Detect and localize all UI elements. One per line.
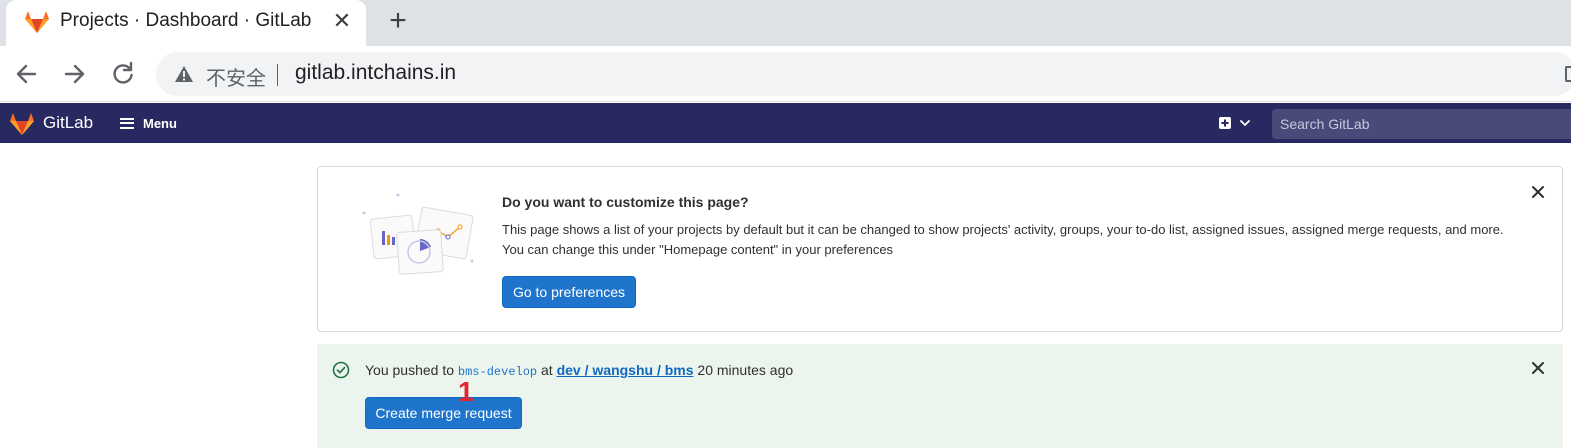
customize-card: Do you want to customize this page? This…	[317, 166, 1563, 332]
tab-close-icon[interactable]: ✕	[330, 8, 354, 34]
gitlab-favicon	[25, 11, 49, 33]
toolbar-edge-icon	[1565, 66, 1571, 82]
customize-description: This page shows a list of your projects …	[502, 222, 1504, 257]
address-separator	[277, 64, 278, 86]
customize-heading: Do you want to customize this page?	[502, 194, 749, 210]
back-arrow-icon[interactable]	[13, 60, 41, 88]
tab-title: Projects · Dashboard · GitLab	[60, 10, 312, 31]
push-time: 20 minutes ago	[693, 362, 794, 378]
gitlab-header: GitLab Menu	[0, 103, 1571, 143]
new-tab-button[interactable]: +	[384, 6, 412, 36]
push-prefix: You pushed to	[365, 362, 458, 378]
project-link[interactable]: dev / wangshu / bms	[557, 362, 694, 378]
address-bar[interactable]: 不安全 gitlab.intchains.in	[156, 52, 1571, 96]
new-dropdown-icon[interactable]	[1218, 114, 1252, 132]
gitlab-logo-icon[interactable]	[9, 112, 35, 136]
check-circle-icon	[332, 361, 350, 379]
dismiss-alert-icon[interactable]	[1529, 359, 1547, 377]
customize-illustration	[362, 193, 474, 275]
create-merge-request-button[interactable]: Create merge request	[365, 397, 522, 429]
browser-toolbar: 不安全 gitlab.intchains.in	[0, 46, 1571, 102]
reload-icon[interactable]	[109, 60, 137, 88]
push-alert: You pushed to bms-develop at dev / wangs…	[317, 344, 1563, 448]
browser-tab[interactable]: Projects · Dashboard · GitLab ✕	[6, 0, 366, 46]
url-text[interactable]: gitlab.intchains.in	[295, 61, 456, 85]
menu-button[interactable]: Menu	[120, 111, 177, 135]
warning-icon[interactable]	[174, 65, 194, 83]
hamburger-icon	[120, 117, 134, 129]
gitlab-brand[interactable]: GitLab	[43, 113, 93, 133]
push-message: You pushed to bms-develop at dev / wangs…	[365, 362, 793, 379]
push-at: at	[537, 362, 557, 378]
go-to-preferences-button[interactable]: Go to preferences	[502, 276, 636, 308]
search-box[interactable]	[1272, 109, 1571, 139]
annotation-marker: 1	[458, 376, 474, 407]
forward-arrow-icon[interactable]	[60, 60, 88, 88]
browser-tabstrip: Projects · Dashboard · GitLab ✕ +	[0, 0, 1571, 46]
insecure-label: 不安全	[206, 68, 266, 90]
search-input[interactable]	[1272, 109, 1571, 139]
menu-label: Menu	[143, 115, 177, 131]
dismiss-customize-icon[interactable]	[1529, 183, 1547, 201]
